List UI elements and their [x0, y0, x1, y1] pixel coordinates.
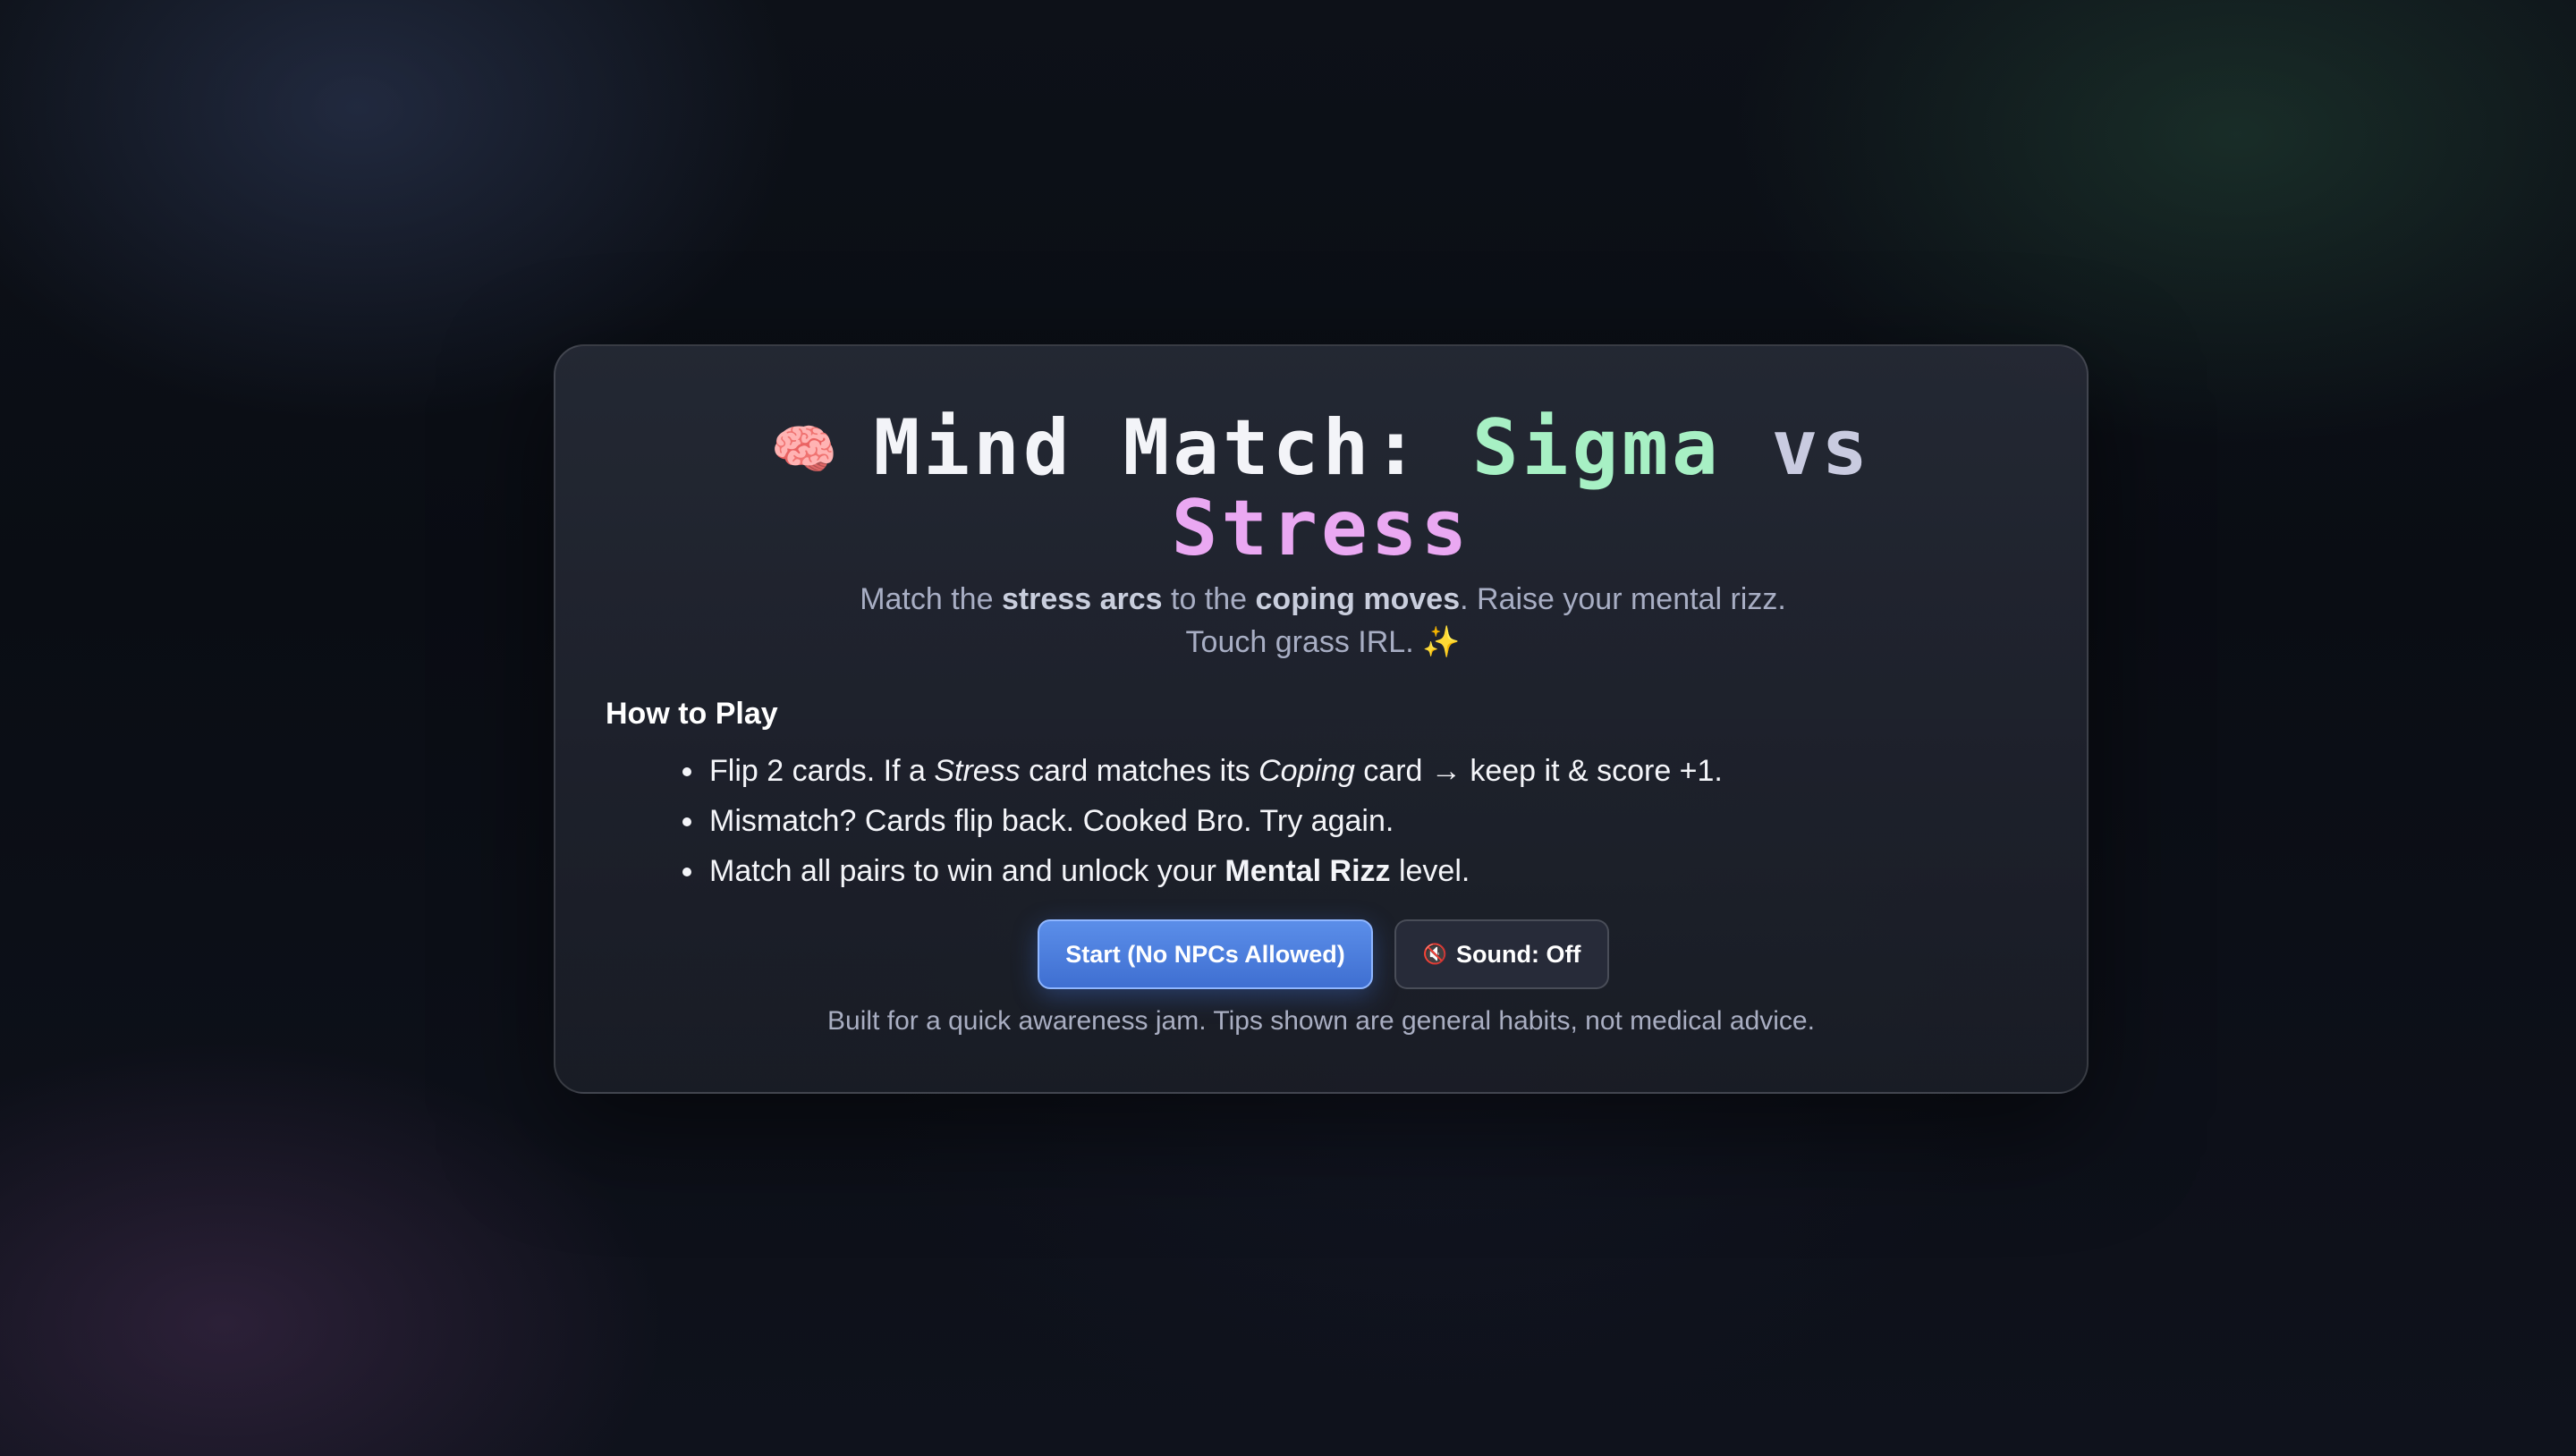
title-mind-match: Mind Match:: [873, 403, 1423, 493]
how-to-play-heading: How to Play: [606, 697, 778, 731]
brain-icon: 🧠: [770, 418, 842, 481]
rule-emphasis: Mental Rizz: [1224, 854, 1391, 888]
game-title: 🧠 Mind Match: Sigma vs Stress: [555, 410, 2087, 567]
rule-text: level.: [1390, 854, 1470, 888]
rule-emphasis: Coping: [1258, 754, 1355, 788]
rule-item: Flip 2 cards. If a Stress card matches i…: [682, 746, 1723, 796]
sound-toggle-button[interactable]: 🔇 Sound: Off: [1394, 919, 1609, 989]
rule-item: Match all pairs to win and unlock your M…: [682, 846, 1723, 896]
subtitle: Match the stress arcs to the coping move…: [824, 578, 1822, 664]
rule-text: Flip 2 cards. If a: [709, 754, 935, 788]
rule-text: Match all pairs to win and unlock your: [709, 854, 1225, 888]
rule-item: Mismatch? Cards flip back. Cooked Bro. T…: [682, 796, 1723, 846]
intro-card: 🧠 Mind Match: Sigma vs Stress Match the s…: [554, 344, 2089, 1094]
start-button[interactable]: Start (No NPCs Allowed): [1038, 919, 1373, 989]
rule-text: card → keep it & score +1.: [1354, 754, 1723, 788]
rules-list: Flip 2 cards. If a Stress card matches i…: [682, 746, 1723, 896]
title-sigma: Sigma: [1471, 403, 1722, 493]
subtitle-emphasis: coping moves: [1255, 582, 1461, 616]
sound-button-label: Sound: Off: [1455, 940, 1581, 968]
title-stress: Stress: [1171, 483, 1471, 573]
subtitle-text: to the: [1162, 582, 1256, 616]
rule-text: card matches its: [1020, 754, 1259, 788]
start-button-label: Start (No NPCs Allowed): [1065, 940, 1345, 968]
subtitle-text: Match the: [860, 582, 1002, 616]
subtitle-emphasis: stress arcs: [1001, 582, 1163, 616]
rule-emphasis: Stress: [934, 754, 1021, 788]
speaker-muted-icon: 🔇: [1422, 943, 1447, 965]
title-vs: vs: [1771, 403, 1872, 493]
disclaimer-footer: Built for a quick awareness jam. Tips sh…: [827, 1006, 1815, 1036]
